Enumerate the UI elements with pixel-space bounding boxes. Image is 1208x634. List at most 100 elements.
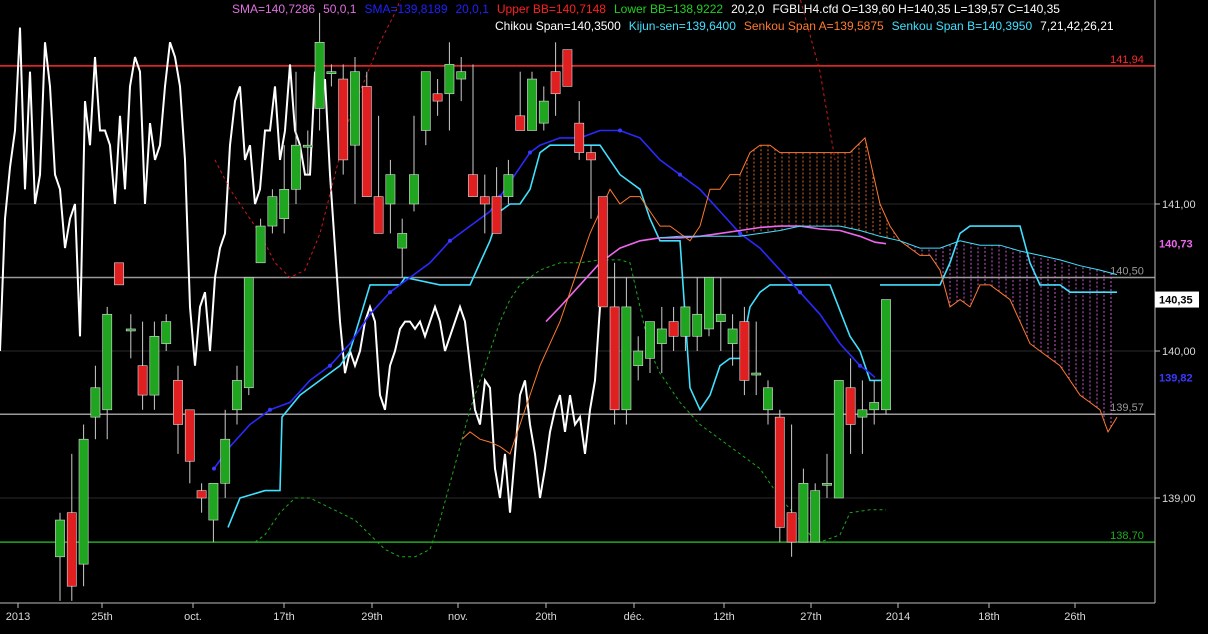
candle-body bbox=[90, 387, 101, 418]
candle-body bbox=[881, 299, 891, 411]
candle-body bbox=[586, 152, 596, 161]
level-label: 139,57 bbox=[1110, 402, 1144, 414]
x-tick-label: 20th bbox=[535, 611, 556, 623]
candle-body bbox=[645, 321, 655, 359]
candle-body bbox=[55, 519, 65, 558]
candle-body bbox=[786, 512, 797, 543]
x-tick-label: 17th bbox=[273, 611, 294, 623]
x-tick-label: 27th bbox=[800, 611, 821, 623]
sma-dot bbox=[858, 363, 862, 368]
candle-body bbox=[479, 196, 490, 205]
candle-body bbox=[397, 233, 408, 249]
chart-container: 141,94 140,50 139,57 138,70 141,00 140,00 139… bbox=[0, 0, 1208, 629]
y-tick-label: 139,00 bbox=[1162, 493, 1196, 505]
candle-body bbox=[291, 144, 301, 190]
candle-body bbox=[527, 78, 537, 131]
candle-body bbox=[66, 512, 77, 587]
candle-body bbox=[102, 313, 113, 411]
candle-body bbox=[751, 372, 762, 376]
header-item: Senkou Span B=140,3950 bbox=[892, 19, 1033, 33]
price-badge-label: 140,73 bbox=[1159, 239, 1193, 251]
price-badge-label: 139,82 bbox=[1159, 372, 1193, 384]
candle-body bbox=[774, 416, 785, 528]
candle-body bbox=[491, 196, 502, 234]
candle-body bbox=[338, 78, 349, 161]
candle-body bbox=[562, 49, 573, 87]
candle-body bbox=[373, 196, 384, 234]
candle-body bbox=[574, 122, 585, 153]
header-item: 20,2,0 bbox=[731, 2, 765, 16]
level-label: 141,94 bbox=[1110, 54, 1144, 66]
price-badge-label: 140,35 bbox=[1159, 295, 1193, 307]
candle-body bbox=[810, 490, 821, 543]
price-chart: 141,94 140,50 139,57 138,70 141,00 140,00 139… bbox=[0, 0, 1199, 623]
candle-body bbox=[208, 482, 219, 521]
header-item: SMA=140,7286 bbox=[232, 2, 315, 16]
header-item: FGBLH4.cfd O=139,60 H=140,35 L=139,57 C=… bbox=[772, 2, 1060, 16]
y-tick-label: 141,00 bbox=[1162, 199, 1196, 211]
candle-body bbox=[302, 144, 313, 148]
sma-dot bbox=[528, 150, 532, 155]
candle-body bbox=[468, 174, 478, 197]
candle-body bbox=[680, 306, 691, 337]
candle-body bbox=[515, 115, 526, 131]
x-tick-label: 2013 bbox=[6, 611, 30, 623]
candle-body bbox=[161, 321, 172, 344]
candle-body bbox=[550, 71, 561, 95]
candle-body bbox=[633, 350, 644, 366]
candle-body bbox=[444, 64, 455, 95]
candle-body bbox=[833, 380, 844, 499]
sma-dot bbox=[448, 238, 452, 243]
header-item: 50,0,1 bbox=[323, 2, 357, 16]
sma-dot bbox=[618, 128, 622, 133]
candle-body bbox=[656, 328, 667, 344]
y-tick-label: 140,00 bbox=[1162, 346, 1196, 358]
x-tick-label: 25th bbox=[91, 611, 112, 623]
header-item: Lower BB=138,9222 bbox=[614, 2, 723, 16]
candle-body bbox=[326, 71, 337, 74]
sma-dot bbox=[678, 172, 682, 177]
header-item: 7,21,42,26,21 bbox=[1040, 19, 1114, 33]
x-tick-label: 12th bbox=[713, 611, 734, 623]
candle-body bbox=[114, 262, 124, 286]
series-line-kijun-sen bbox=[227, 144, 886, 528]
candle-body bbox=[409, 174, 419, 205]
candle-body bbox=[350, 71, 360, 146]
header-item: Chikou Span=140,3500 bbox=[495, 19, 621, 33]
candle-body bbox=[692, 313, 703, 337]
x-tick-label: nov. bbox=[448, 611, 468, 623]
candle-body bbox=[857, 409, 868, 418]
candle-body bbox=[432, 93, 443, 102]
candle-body bbox=[385, 174, 396, 205]
candle-body bbox=[845, 387, 856, 425]
x-tick-label: 29th bbox=[361, 611, 382, 623]
candle-body bbox=[255, 225, 266, 264]
candle-body bbox=[822, 482, 832, 486]
candle-body bbox=[621, 306, 632, 411]
candle-body bbox=[149, 335, 160, 396]
series-line-sma-50 bbox=[545, 225, 887, 323]
x-tick-label: déc. bbox=[624, 611, 645, 623]
candle-body bbox=[220, 438, 231, 484]
sma-dot bbox=[388, 290, 392, 295]
candle-body bbox=[668, 321, 679, 337]
candle-body bbox=[361, 86, 372, 197]
candle-body bbox=[869, 402, 880, 411]
candle-body bbox=[420, 71, 431, 131]
sma-dot bbox=[268, 407, 272, 412]
candle-body bbox=[184, 409, 195, 462]
candle-body bbox=[456, 71, 467, 80]
candle-body bbox=[314, 41, 325, 109]
sma-dot bbox=[738, 231, 742, 236]
level-label: 138,70 bbox=[1110, 530, 1144, 542]
candle-body bbox=[538, 100, 549, 124]
candle-body bbox=[704, 277, 714, 330]
x-tick-label: oct. bbox=[184, 611, 202, 623]
x-tick-label: 26th bbox=[1064, 611, 1085, 623]
candle-body bbox=[715, 313, 726, 322]
candle-body bbox=[173, 380, 183, 425]
candle-body bbox=[739, 321, 750, 381]
candle-body bbox=[137, 365, 148, 396]
sma-dot bbox=[328, 363, 332, 368]
candle-body bbox=[267, 196, 278, 227]
